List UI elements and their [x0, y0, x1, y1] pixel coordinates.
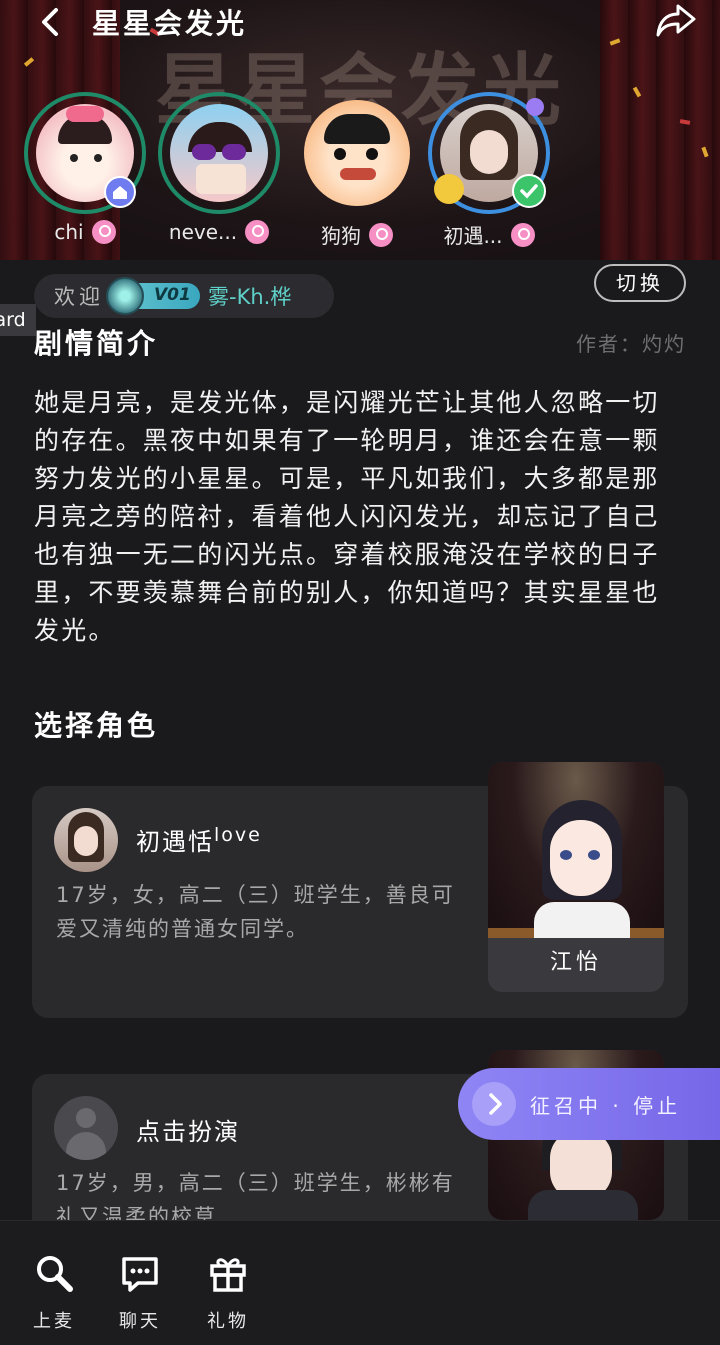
share-button[interactable]: [654, 2, 698, 40]
switch-button[interactable]: 切换: [594, 264, 686, 302]
avatar-ring: [428, 92, 550, 214]
seat-1[interactable]: chi: [20, 92, 150, 244]
mic-up-button[interactable]: 上麦: [24, 1251, 84, 1333]
avatar-ring: [24, 92, 146, 214]
seat-4[interactable]: 初遇...: [424, 92, 554, 249]
player-name-text: 初遇恬: [136, 828, 214, 856]
welcome-username: 雾-Kh.桦: [208, 285, 292, 309]
character-portrait: [488, 762, 664, 938]
character-name: 江怡: [488, 938, 664, 992]
page-title: 星星会发光: [92, 7, 248, 40]
recruit-label: 征召中 · 停止: [530, 1093, 682, 1118]
mic-up-label: 上麦: [33, 1311, 75, 1332]
check-icon: [512, 174, 546, 208]
chat-icon: [122, 1257, 158, 1292]
synopsis-heading: 剧情简介: [34, 327, 159, 360]
seat-name: neve...: [168, 220, 238, 244]
avatar-ring: [158, 92, 280, 214]
player-avatar: [54, 808, 118, 872]
back-button[interactable]: [34, 4, 70, 40]
player-name: 初遇恬love: [136, 822, 262, 857]
duck-sticker-icon: [434, 174, 464, 204]
star-icon: [526, 98, 544, 116]
welcome-prefix: 欢迎: [54, 285, 104, 309]
seat-2[interactable]: neve...: [154, 92, 284, 244]
play-role-label: 点击扮演: [136, 1118, 240, 1146]
bottom-toolbar: 上麦 聊天 礼物: [0, 1220, 720, 1345]
recruit-toggle[interactable]: 征召中 · 停止: [458, 1068, 720, 1140]
card-tag-label: card: [0, 309, 26, 331]
chat-button[interactable]: 聊天: [110, 1251, 170, 1333]
chevron-left-icon: [42, 8, 58, 36]
empty-avatar: [54, 1096, 118, 1160]
top-bar: 星星会发光: [0, 0, 720, 44]
vip-level: V01: [154, 285, 191, 305]
avatar: [304, 100, 410, 206]
author-label: 作者：灼灼: [576, 332, 686, 356]
character-panel[interactable]: 江怡: [488, 762, 664, 992]
synopsis-text: 她是月亮，是发光体，是闪耀光芒让其他人忽略一切的存在。黑夜中如果有了一轮明月，谁…: [34, 388, 660, 645]
chat-label: 聊天: [119, 1311, 161, 1332]
role-description: 17岁，女，高二（三）班学生，善良可爱又清纯的普通女同学。: [56, 883, 455, 941]
female-icon: [510, 222, 535, 247]
gift-icon: [210, 1258, 246, 1292]
player-name-suffix: love: [214, 824, 262, 846]
card-tag: card: [0, 304, 36, 336]
seat-name: chi: [54, 220, 84, 244]
female-icon: [245, 220, 270, 244]
vip-badge: V01: [106, 277, 200, 315]
gift-label: 礼物: [207, 1311, 249, 1332]
mic-icon: [37, 1256, 73, 1292]
seat-name: 初遇...: [443, 224, 503, 248]
mic-seats: chi neve... 狗狗 初遇...: [0, 92, 720, 252]
share-icon: [656, 4, 696, 37]
female-icon: [369, 222, 393, 247]
role-description: 17岁，男，高二（三）班学生，彬彬有礼又温柔的校草: [56, 1171, 455, 1224]
home-icon: [104, 176, 136, 208]
seat-3[interactable]: 狗狗: [292, 92, 422, 249]
welcome-banner: 欢迎 V01 雾-Kh.桦: [34, 274, 334, 318]
avatar: [170, 104, 268, 202]
roles-heading: 选择角色: [34, 709, 159, 742]
chevron-right-icon: [472, 1082, 516, 1126]
seat-name: 狗狗: [321, 224, 361, 248]
vip-gem-icon: [106, 277, 144, 315]
female-icon: [91, 220, 116, 244]
gift-button[interactable]: 礼物: [198, 1251, 258, 1333]
